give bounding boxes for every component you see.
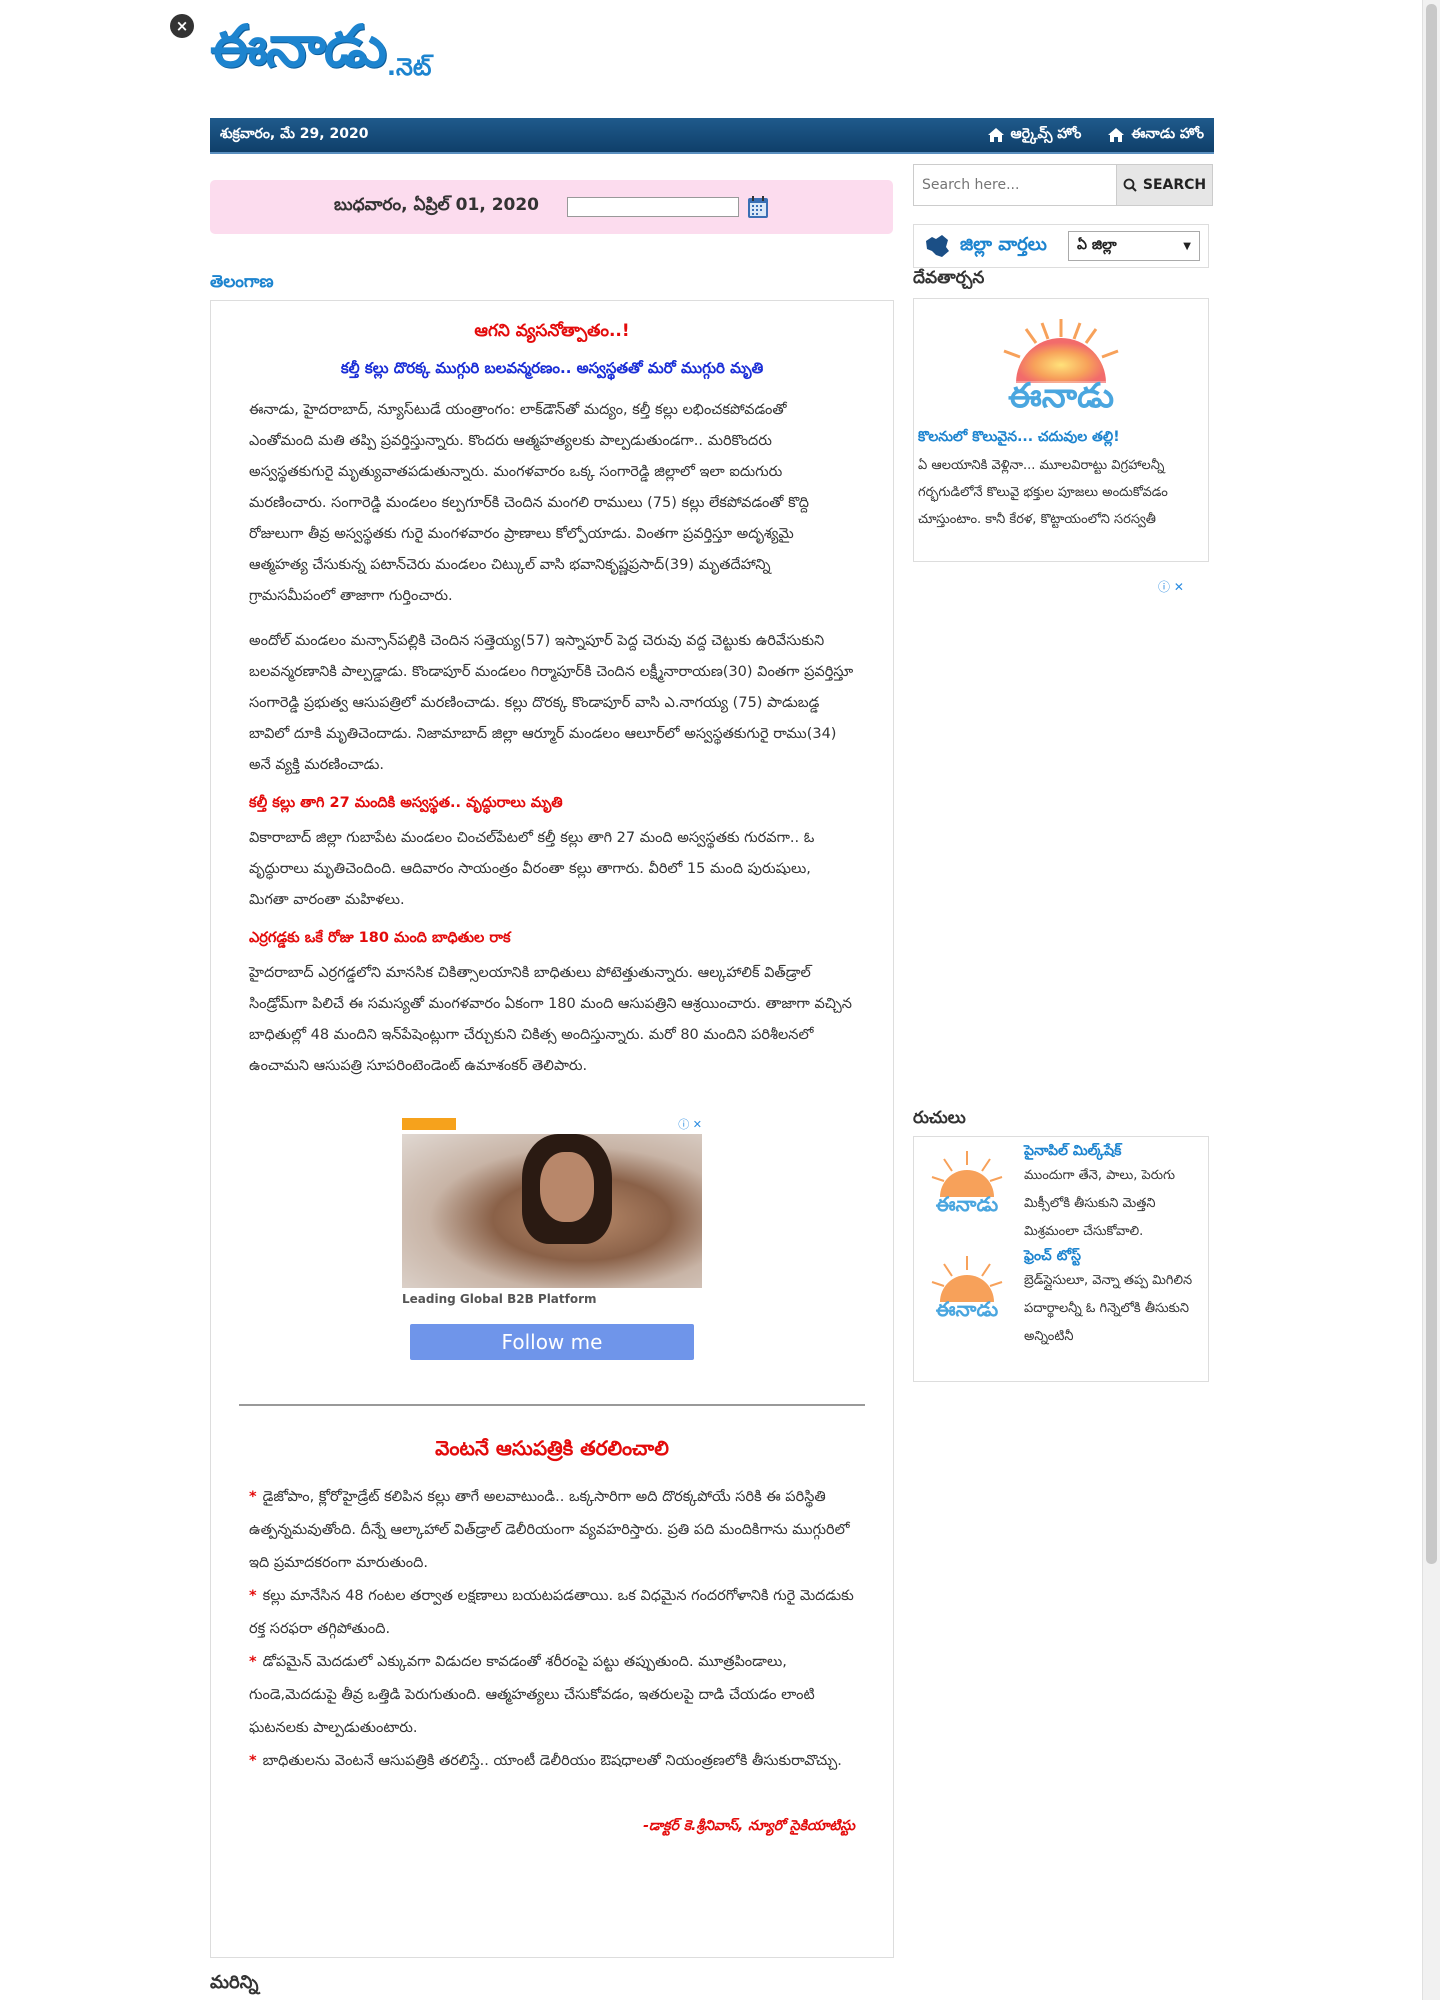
list-item: * కల్లు మానేసిన 48 గంటల తర్వాత లక్షణాలు బ… bbox=[249, 1588, 854, 1637]
star-icon: * bbox=[249, 1489, 257, 1505]
advertisement[interactable]: ⓘ ✕ Leading Global B2B Platform Follow m… bbox=[402, 1116, 702, 1360]
logo-suffix: .నెట్ bbox=[386, 53, 432, 81]
site-logo[interactable]: ఈనాడు .నెట్ bbox=[210, 12, 431, 95]
chevron-down-icon: ▼ bbox=[1183, 240, 1191, 252]
ad-follow-button[interactable]: Follow me bbox=[410, 1324, 694, 1360]
article-paragraph: వికారాబాద్‌ జిల్లా గుబాపేట మండలం చించల్‌… bbox=[249, 830, 815, 908]
eenadu-home-label: ఈనాడు హోం bbox=[1131, 125, 1204, 142]
ad-label bbox=[402, 1118, 456, 1130]
bullet-list: * డైజోపాం, క్లోరోహైడ్రేట్‌ కలిపిన కల్లు త… bbox=[249, 1481, 855, 1778]
article-paragraph: హైదరాబాద్‌ ఎర్రగడ్డలోని మానసిక చికిత్సాల… bbox=[249, 965, 852, 1074]
district-news: జిల్లా వార్తలు ఏ జిల్లా ▼ bbox=[913, 224, 1209, 268]
recipes-heading: రుచులు bbox=[913, 1108, 966, 1128]
date-input[interactable] bbox=[567, 197, 740, 217]
calendar-icon[interactable] bbox=[747, 195, 769, 219]
article-paragraph: అందోల్‌ మండలం మన్సాన్‌పల్లికి చెందిన సత్… bbox=[249, 633, 854, 773]
adchoices-icon[interactable]: ⓘ ✕ bbox=[678, 1116, 702, 1132]
article-subheading: కల్తీ కల్లు తాగి 27 మందికి అస్వస్థత.. వృ… bbox=[249, 795, 563, 811]
devotional-text: ఏ ఆలయానికి వెళ్లినా... మూలవిరాట్టు విగ్ర… bbox=[918, 458, 1168, 527]
recipe-desc: బ్రెడ్‌స్లైసులూ, వెన్నా తప్ప మిగిలిన పదా… bbox=[1024, 1273, 1193, 1344]
archive-selected-date: బుధవారం, ఏప్రిల్ 01, 2020 bbox=[333, 195, 540, 215]
star-icon: * bbox=[249, 1588, 257, 1604]
author-signature: -డాక్టర్‌ కె.శ్రీనివాస్‌, న్యూరో సైకియాట… bbox=[643, 1818, 855, 1834]
more-heading: మరిన్ని bbox=[210, 1972, 259, 1993]
article-subheading: ఎర్రగడ్డకు ఒకే రోజు 180 మంది బాధితుల రాక bbox=[249, 930, 511, 946]
top-nav: ఆర్కైవ్స్ హోం ఈనాడు హోం bbox=[987, 126, 1204, 145]
recipes-box: ఈనాడు పైనాపిల్‌ మిల్క్‌షేక్‌ ముందుగా తేన… bbox=[913, 1136, 1209, 1382]
eenadu-sun-logo: ఈనాడు bbox=[931, 1256, 1003, 1321]
devotional-box: ఈనాడు కొలనులో కొలువైన... చదువుల తల్లి! ఏ… bbox=[913, 298, 1209, 562]
star-icon: * bbox=[249, 1753, 257, 1769]
close-icon[interactable]: × bbox=[170, 14, 194, 38]
page-scrollbar[interactable] bbox=[1422, 0, 1440, 2000]
archives-home-label: ఆర్కైవ్స్ హోం bbox=[1010, 125, 1082, 142]
svg-text:ఈనాడు: ఈనాడు bbox=[936, 1297, 998, 1321]
scrollbar-thumb[interactable] bbox=[1426, 4, 1437, 1564]
telangana-map-icon bbox=[926, 235, 949, 257]
current-date: శుక్రవారం, మే 29, 2020 bbox=[220, 125, 369, 142]
search-bar: SEARCH bbox=[913, 164, 1213, 206]
article-paragraph: ఈనాడు, హైదరాబాద్‌, న్యూస్‌టుడే యంత్రాంగం… bbox=[249, 402, 810, 604]
recipe-item[interactable]: ఈనాడు పైనాపిల్‌ మిల్క్‌షేక్‌ ముందుగా తేన… bbox=[920, 1141, 1202, 1246]
archives-home-link[interactable]: ఆర్కైవ్స్ హోం bbox=[987, 125, 1082, 145]
logo-text: ఈనాడు bbox=[210, 12, 387, 80]
recipe-desc: ముందుగా తేనె, పాలు, పెరుగు మిక్సీలోకి తీ… bbox=[1024, 1168, 1176, 1239]
home-icon bbox=[1108, 128, 1125, 142]
article2-title: వెంటనే ఆసుపత్రికి తరలించాలి bbox=[435, 1436, 669, 1460]
home-icon bbox=[987, 128, 1004, 142]
section-title[interactable]: తెలంగాణ bbox=[210, 272, 274, 296]
article-title: ఆగని వ్యసనోత్పాతం..! bbox=[474, 321, 630, 341]
list-item: * డైజోపాం, క్లోరోహైడ్రేట్‌ కలిపిన కల్లు త… bbox=[249, 1489, 850, 1571]
archive-date-picker: బుధవారం, ఏప్రిల్ 01, 2020 bbox=[210, 180, 893, 234]
list-item: * బాధితులను వెంటనే ఆసుపత్రికి తరలిస్తే.. … bbox=[249, 1753, 842, 1769]
district-select[interactable]: ఏ జిల్లా ▼ bbox=[1068, 231, 1200, 261]
ad-caption: Leading Global B2B Platform bbox=[402, 1292, 597, 1306]
list-item: * డోపమైన్‌ మెదడులో ఎక్కువగా విడుదల కావడంత… bbox=[249, 1654, 815, 1736]
search-input[interactable] bbox=[914, 165, 1116, 205]
district-label: జిల్లా వార్తలు bbox=[960, 233, 1047, 255]
recipe-name[interactable]: పైనాపిల్‌ మిల్క్‌షేక్‌ bbox=[1024, 1143, 1202, 1162]
divider bbox=[239, 1404, 865, 1406]
recipe-item[interactable]: ఈనాడు ఫ్రెంచ్‌ టోస్ట్‌ బ్రెడ్‌స్లైసులూ, … bbox=[920, 1246, 1202, 1351]
eenadu-home-link[interactable]: ఈనాడు హోం bbox=[1107, 126, 1204, 145]
search-button[interactable]: SEARCH bbox=[1116, 165, 1212, 205]
top-nav-bar: శుక్రవారం, మే 29, 2020 ఆర్కైవ్స్ హోం ఈనా… bbox=[210, 118, 1214, 154]
star-icon: * bbox=[249, 1654, 257, 1670]
svg-text:ఈనాడు: ఈనాడు bbox=[936, 1192, 998, 1216]
article-subtitle: కల్తీ కల్లు దొరక్క ముగ్గురి బలవన్మరణం.. … bbox=[340, 359, 764, 377]
svg-text:ఈనాడు: ఈనాడు bbox=[1008, 376, 1114, 416]
ad-image[interactable] bbox=[402, 1134, 702, 1288]
devotional-heading: దేవతార్చన bbox=[913, 268, 985, 288]
article-body: ఆగని వ్యసనోత్పాతం..! కల్తీ కల్లు దొరక్క … bbox=[210, 300, 894, 1958]
devotional-link[interactable]: కొలనులో కొలువైన... చదువుల తల్లి! bbox=[918, 429, 1204, 448]
eenadu-sun-logo: ఈనాడు bbox=[931, 1151, 1003, 1216]
adchoices-icon[interactable]: ⓘ ✕ bbox=[1158, 578, 1184, 595]
eenadu-sun-logo: ఈనాడు bbox=[1003, 319, 1119, 416]
recipe-name[interactable]: ఫ్రెంచ్‌ టోస్ట్‌ bbox=[1024, 1248, 1202, 1267]
search-button-label: SEARCH bbox=[1142, 177, 1207, 193]
search-icon bbox=[1123, 178, 1137, 192]
